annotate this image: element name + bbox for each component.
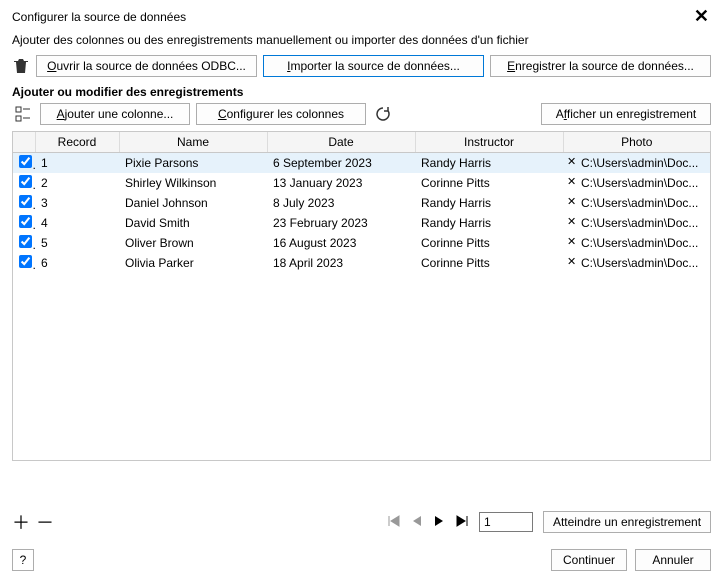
show-record-button[interactable]: Afficher un enregistrement (541, 103, 711, 125)
cell-photo: ✕C:\Users\admin\Doc... (563, 193, 710, 213)
save-label: nregistrer la source de données... (515, 59, 694, 73)
section-label: Ajouter ou modifier des enregistrements (0, 85, 723, 103)
data-table: Record Name Date Instructor Photo 1Pixie… (12, 131, 711, 461)
cell-photo: ✕C:\Users\admin\Doc... (563, 253, 710, 273)
row-checkbox[interactable] (19, 255, 32, 268)
cell-photo: ✕C:\Users\admin\Doc... (563, 153, 710, 174)
cell-date: 6 September 2023 (267, 153, 415, 174)
clear-photo-icon[interactable]: ✕ (567, 235, 576, 248)
close-icon[interactable]: ✕ (690, 6, 713, 27)
cell-name: Daniel Johnson (119, 193, 267, 213)
add-column-label: jouter une colonne... (65, 107, 174, 121)
table-row[interactable]: 2Shirley Wilkinson13 January 2023Corinne… (13, 173, 710, 193)
goto-record-button[interactable]: Atteindre un enregistrement (543, 511, 711, 533)
cell-photo: ✕C:\Users\admin\Doc... (563, 233, 710, 253)
table-row[interactable]: 1Pixie Parsons6 September 2023Randy Harr… (13, 153, 710, 174)
cell-record: 4 (35, 213, 119, 233)
table-row[interactable]: 5Oliver Brown16 August 2023Corinne Pitts… (13, 233, 710, 253)
cell-name: Shirley Wilkinson (119, 173, 267, 193)
cell-instructor: Randy Harris (415, 153, 563, 174)
subtitle-text: Ajouter des colonnes ou des enregistreme… (0, 31, 723, 55)
row-checkbox[interactable] (19, 155, 32, 168)
row-checkbox[interactable] (19, 195, 32, 208)
add-row-icon[interactable]: ＋ (12, 509, 30, 535)
configure-columns-button[interactable]: Configurer les colonnes (196, 103, 366, 125)
row-checkbox[interactable] (19, 215, 32, 228)
cell-instructor: Corinne Pitts (415, 233, 563, 253)
page-input[interactable] (479, 512, 533, 532)
cell-name: Oliver Brown (119, 233, 267, 253)
cell-record: 6 (35, 253, 119, 273)
remove-row-icon[interactable]: － (36, 509, 54, 535)
cell-instructor: Corinne Pitts (415, 253, 563, 273)
add-column-button[interactable]: Ajouter une colonne... (40, 103, 190, 125)
help-button[interactable]: ? (12, 549, 34, 571)
cell-record: 1 (35, 153, 119, 174)
cell-photo: ✕C:\Users\admin\Doc... (563, 213, 710, 233)
configure-columns-label: onfigurer les colonnes (227, 107, 344, 121)
save-source-button[interactable]: Enregistrer la source de données... (490, 55, 711, 77)
clear-photo-icon[interactable]: ✕ (567, 155, 576, 168)
import-button[interactable]: Importer la source de données... (263, 55, 484, 77)
clear-photo-icon[interactable]: ✕ (567, 175, 576, 188)
first-record-icon[interactable] (387, 514, 401, 531)
clear-photo-icon[interactable]: ✕ (567, 255, 576, 268)
cell-date: 16 August 2023 (267, 233, 415, 253)
cell-instructor: Randy Harris (415, 193, 563, 213)
cell-record: 2 (35, 173, 119, 193)
next-record-icon[interactable] (433, 514, 445, 531)
show-record-label: ficher un enregistrement (567, 107, 696, 121)
cell-name: Pixie Parsons (119, 153, 267, 174)
window-title: Configurer la source de données (12, 10, 186, 24)
trash-icon[interactable] (12, 58, 30, 74)
open-odbc-button[interactable]: Ouvrir la source de données ODBC... (36, 55, 257, 77)
clear-photo-icon[interactable]: ✕ (567, 195, 576, 208)
continue-button[interactable]: Continuer (551, 549, 627, 571)
cell-name: Olivia Parker (119, 253, 267, 273)
cell-record: 5 (35, 233, 119, 253)
table-row[interactable]: 4David Smith23 February 2023Randy Harris… (13, 213, 710, 233)
row-checkbox[interactable] (19, 235, 32, 248)
cancel-button[interactable]: Annuler (635, 549, 711, 571)
cell-record: 3 (35, 193, 119, 213)
cell-date: 18 April 2023 (267, 253, 415, 273)
layout-icon[interactable] (12, 106, 34, 122)
col-record-header[interactable]: Record (35, 132, 119, 153)
cell-date: 23 February 2023 (267, 213, 415, 233)
clear-photo-icon[interactable]: ✕ (567, 215, 576, 228)
prev-record-icon[interactable] (411, 514, 423, 531)
cell-name: David Smith (119, 213, 267, 233)
cell-instructor: Randy Harris (415, 213, 563, 233)
row-checkbox[interactable] (19, 175, 32, 188)
cell-date: 13 January 2023 (267, 173, 415, 193)
table-row[interactable]: 6Olivia Parker18 April 2023Corinne Pitts… (13, 253, 710, 273)
last-record-icon[interactable] (455, 514, 469, 531)
cell-date: 8 July 2023 (267, 193, 415, 213)
col-check-header[interactable] (13, 132, 35, 153)
cell-photo: ✕C:\Users\admin\Doc... (563, 173, 710, 193)
col-instructor-header[interactable]: Instructor (415, 132, 563, 153)
refresh-icon[interactable] (372, 106, 394, 122)
import-label: mporter la source de données... (290, 59, 459, 73)
col-name-header[interactable]: Name (119, 132, 267, 153)
table-row[interactable]: 3Daniel Johnson8 July 2023Randy Harris✕C… (13, 193, 710, 213)
cell-instructor: Corinne Pitts (415, 173, 563, 193)
col-date-header[interactable]: Date (267, 132, 415, 153)
col-photo-header[interactable]: Photo (563, 132, 710, 153)
open-odbc-label: uvrir la source de données ODBC... (56, 59, 245, 73)
